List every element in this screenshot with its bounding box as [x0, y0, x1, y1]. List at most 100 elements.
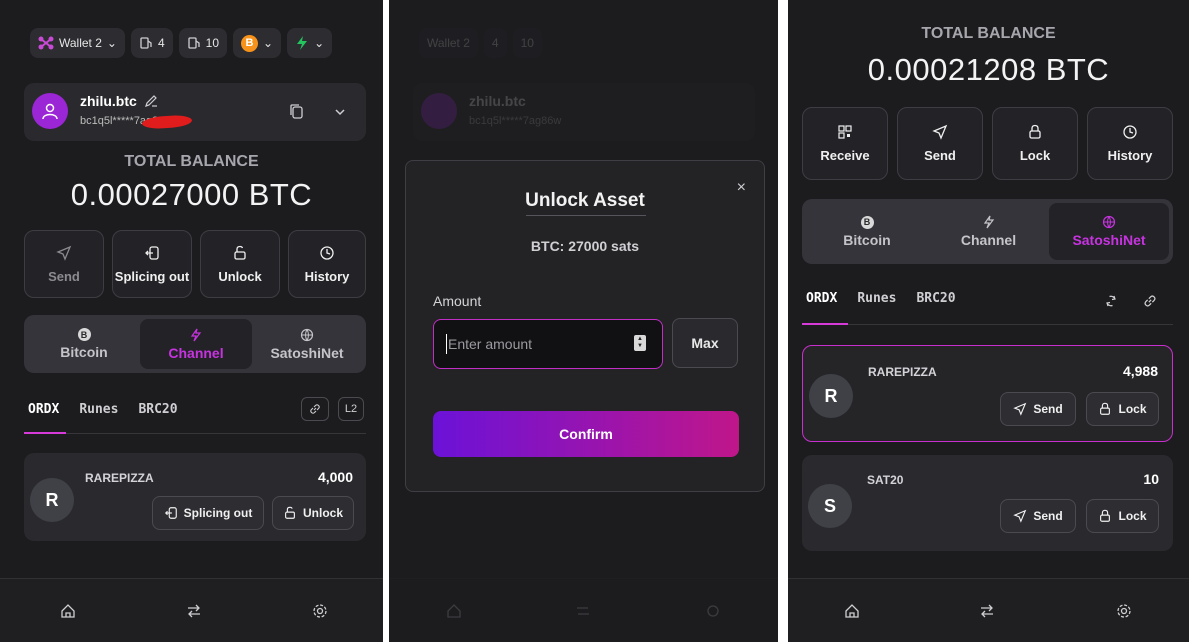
link-icon[interactable]: [1143, 294, 1157, 308]
text-caret: [446, 334, 447, 354]
send-label: Send: [924, 148, 956, 163]
send-label: Send: [48, 268, 80, 284]
tab-runes[interactable]: Runes: [857, 291, 896, 306]
counter-chip-b[interactable]: 10: [178, 28, 228, 58]
account-card[interactable]: zhilu.btc bc1q5l*****7ag86w: [24, 83, 366, 141]
history-button[interactable]: History: [288, 230, 366, 298]
bitcoin-icon: B: [860, 215, 874, 229]
chevron-down-icon: ⌄: [106, 36, 117, 50]
gear-icon[interactable]: [1116, 603, 1132, 619]
lock-icon: [1100, 509, 1111, 522]
network-segment-control: B Bitcoin Channel SatoshiNet: [802, 199, 1173, 264]
segment-channel[interactable]: Channel: [928, 203, 1049, 260]
unlock-asset-modal: × Unlock Asset BTC: 27000 sats Amount ▲▼…: [405, 160, 765, 492]
wallet-selector[interactable]: Wallet 2 ⌄: [30, 28, 125, 58]
link-icon: [310, 404, 320, 414]
asset-card-rarepizza: R RAREPIZZA 4,000 Splicing out Unlock: [24, 453, 366, 541]
unlock-label: Unlock: [218, 268, 262, 284]
send-button[interactable]: Send: [897, 107, 983, 180]
copy-icon[interactable]: [290, 104, 304, 120]
tab-ordx[interactable]: ORDX: [806, 291, 837, 306]
account-address: bc1q5l*****7ag86w: [469, 115, 562, 127]
tab-brc20[interactable]: BRC20: [138, 402, 177, 417]
edit-icon[interactable]: [144, 94, 158, 108]
segment-bitcoin[interactable]: B Bitcoin: [28, 319, 140, 369]
segment-satoshinet[interactable]: SatoshiNet: [252, 319, 362, 369]
segment-channel[interactable]: Channel: [140, 319, 252, 369]
chevron-down-icon: ⌄: [314, 36, 325, 50]
lightning-icon: [983, 215, 994, 229]
globe-icon: [1102, 215, 1116, 229]
fuel-icon: [188, 37, 200, 49]
title-underline: [526, 215, 646, 216]
asset-name: RAREPIZZA: [868, 365, 937, 379]
confirm-button[interactable]: Confirm: [433, 411, 739, 457]
network-selector[interactable]: B ⌄: [233, 28, 282, 58]
lock-button[interactable]: Lock: [992, 107, 1078, 180]
splicing-out-button[interactable]: Splicing out: [112, 230, 192, 298]
asset-card-rarepizza[interactable]: R RAREPIZZA 4,988 Send Lock: [802, 345, 1173, 442]
history-button[interactable]: History: [1087, 107, 1173, 180]
asset-tabs: ORDX Runes BRC20: [28, 402, 178, 417]
unlock-pill[interactable]: Unlock: [272, 496, 354, 530]
total-balance-value: 0.00027000 BTC: [70, 177, 313, 212]
segment-channel-label: Channel: [168, 344, 224, 361]
asset-card-sat20[interactable]: S SAT20 10 Send Lock: [802, 455, 1173, 551]
home-icon[interactable]: [844, 603, 860, 619]
top-bar: Wallet 2 ⌄ 4 10 B ⌄ ⌄: [30, 28, 333, 58]
tab-brc20[interactable]: BRC20: [916, 291, 955, 306]
link-button[interactable]: [301, 397, 329, 421]
asset-name: RAREPIZZA: [85, 471, 154, 485]
send-icon: [1013, 402, 1027, 416]
swap-icon[interactable]: [186, 603, 202, 619]
top-bar: Wallet 2 4 10: [419, 28, 542, 58]
total-balance-value: 0.00021208 BTC: [867, 52, 1110, 87]
wallet-network-icon: [38, 36, 54, 50]
modal-subtitle: BTC: 27000 sats: [530, 238, 640, 254]
qr-code-icon: [838, 125, 852, 139]
asset-amount: 10: [1143, 471, 1159, 487]
amount-input[interactable]: [433, 319, 663, 369]
amount-label: Amount: [433, 293, 482, 309]
unlock-button[interactable]: Unlock: [200, 230, 280, 298]
counter-b-value: 10: [205, 36, 220, 50]
lock-pill[interactable]: Lock: [1086, 392, 1159, 426]
home-icon: [446, 603, 462, 619]
avatar: [421, 93, 457, 129]
max-button[interactable]: Max: [672, 318, 738, 368]
network-segment-control: B Bitcoin Channel SatoshiNet: [24, 315, 366, 373]
receive-button[interactable]: Receive: [802, 107, 888, 180]
splicing-out-pill-label: Splicing out: [183, 506, 253, 520]
tabs-divider: [802, 324, 1173, 325]
account-name: zhilu.btc: [469, 93, 526, 109]
refresh-icon[interactable]: [1104, 294, 1118, 308]
swap-icon[interactable]: [979, 603, 995, 619]
splicing-out-pill[interactable]: Splicing out: [152, 496, 264, 530]
lightning-selector[interactable]: ⌄: [287, 28, 333, 58]
counter-chip-a[interactable]: 4: [130, 28, 173, 58]
segment-bitcoin[interactable]: B Bitcoin: [806, 203, 928, 260]
send-button[interactable]: Send: [24, 230, 104, 298]
segment-satoshinet-label: SatoshiNet: [270, 344, 344, 361]
l2-button[interactable]: L2: [338, 397, 364, 421]
lock-pill[interactable]: Lock: [1086, 499, 1159, 533]
history-label: History: [304, 268, 350, 284]
gear-icon[interactable]: [312, 603, 328, 619]
asset-amount: 4,988: [1122, 363, 1158, 379]
lock-label: Lock: [1019, 148, 1051, 163]
segment-satoshinet[interactable]: SatoshiNet: [1049, 203, 1169, 260]
send-pill[interactable]: Send: [1000, 499, 1076, 533]
tab-runes[interactable]: Runes: [79, 402, 118, 417]
number-stepper[interactable]: ▲ ▼: [634, 335, 646, 351]
globe-icon: [300, 328, 314, 341]
unlock-pill-label: Unlock: [302, 506, 343, 520]
bitcoin-icon: B: [241, 34, 259, 52]
home-icon[interactable]: [60, 603, 76, 619]
send-pill[interactable]: Send: [1000, 392, 1076, 426]
lock-icon: [1100, 402, 1111, 415]
tab-ordx[interactable]: ORDX: [28, 402, 59, 417]
history-icon: [1123, 125, 1137, 139]
send-pill-label: Send: [1033, 402, 1063, 416]
splicing-out-label: Splicing out: [114, 268, 190, 284]
chevron-down-icon[interactable]: [334, 107, 346, 117]
